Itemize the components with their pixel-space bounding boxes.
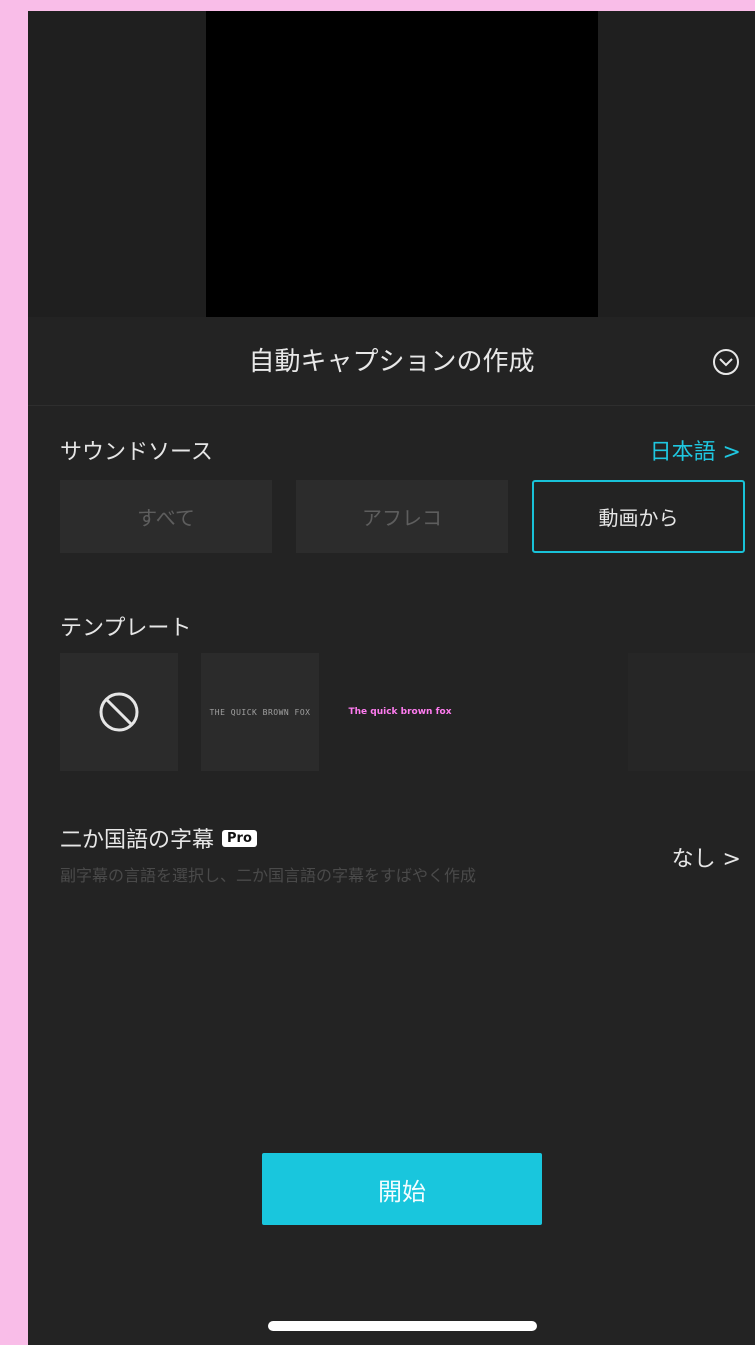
collapse-icon[interactable] [713,349,739,375]
bilingual-title: 二か国語の字幕 Pro [60,822,257,854]
template-none[interactable] [60,653,178,771]
phone-screen: 自動キャプションの作成 サウンドソース 日本語 > すべて アフレコ 動画から … [28,11,755,1345]
home-indicator [268,1321,537,1331]
template-sample-text: The quick brown fox [348,707,452,717]
template-uppercase[interactable]: THE QUICK BROWN FOX [201,653,319,771]
template-label: テンプレート [60,616,192,641]
template-pink[interactable]: The quick brown fox [341,653,459,771]
language-selector[interactable]: 日本語 > [650,434,741,466]
video-preview-area [28,11,755,317]
sound-option-voiceover[interactable]: アフレコ [296,480,508,553]
pro-badge: Pro [222,829,257,847]
bilingual-title-text: 二か国語の字幕 [60,828,215,853]
template-partial[interactable] [628,653,755,771]
sheet-header: 自動キャプションの作成 [28,317,755,406]
bilingual-subtitle: 副字幕の言語を選択し、二か国言語の字幕をすばやく作成 [60,866,477,885]
video-preview[interactable] [206,11,598,317]
sheet-title: 自動キャプションの作成 [248,347,535,377]
sound-option-all[interactable]: すべて [60,480,272,553]
start-button[interactable]: 開始 [262,1153,542,1225]
auto-caption-sheet: 自動キャプションの作成 サウンドソース 日本語 > すべて アフレコ 動画から … [28,317,755,1345]
sound-source-label: サウンドソース [60,440,213,465]
prohibited-icon [99,692,139,732]
sound-option-from-video[interactable]: 動画から [532,480,745,553]
template-sample-text: THE QUICK BROWN FOX [209,707,311,717]
bilingual-value[interactable]: なし > [672,841,741,873]
